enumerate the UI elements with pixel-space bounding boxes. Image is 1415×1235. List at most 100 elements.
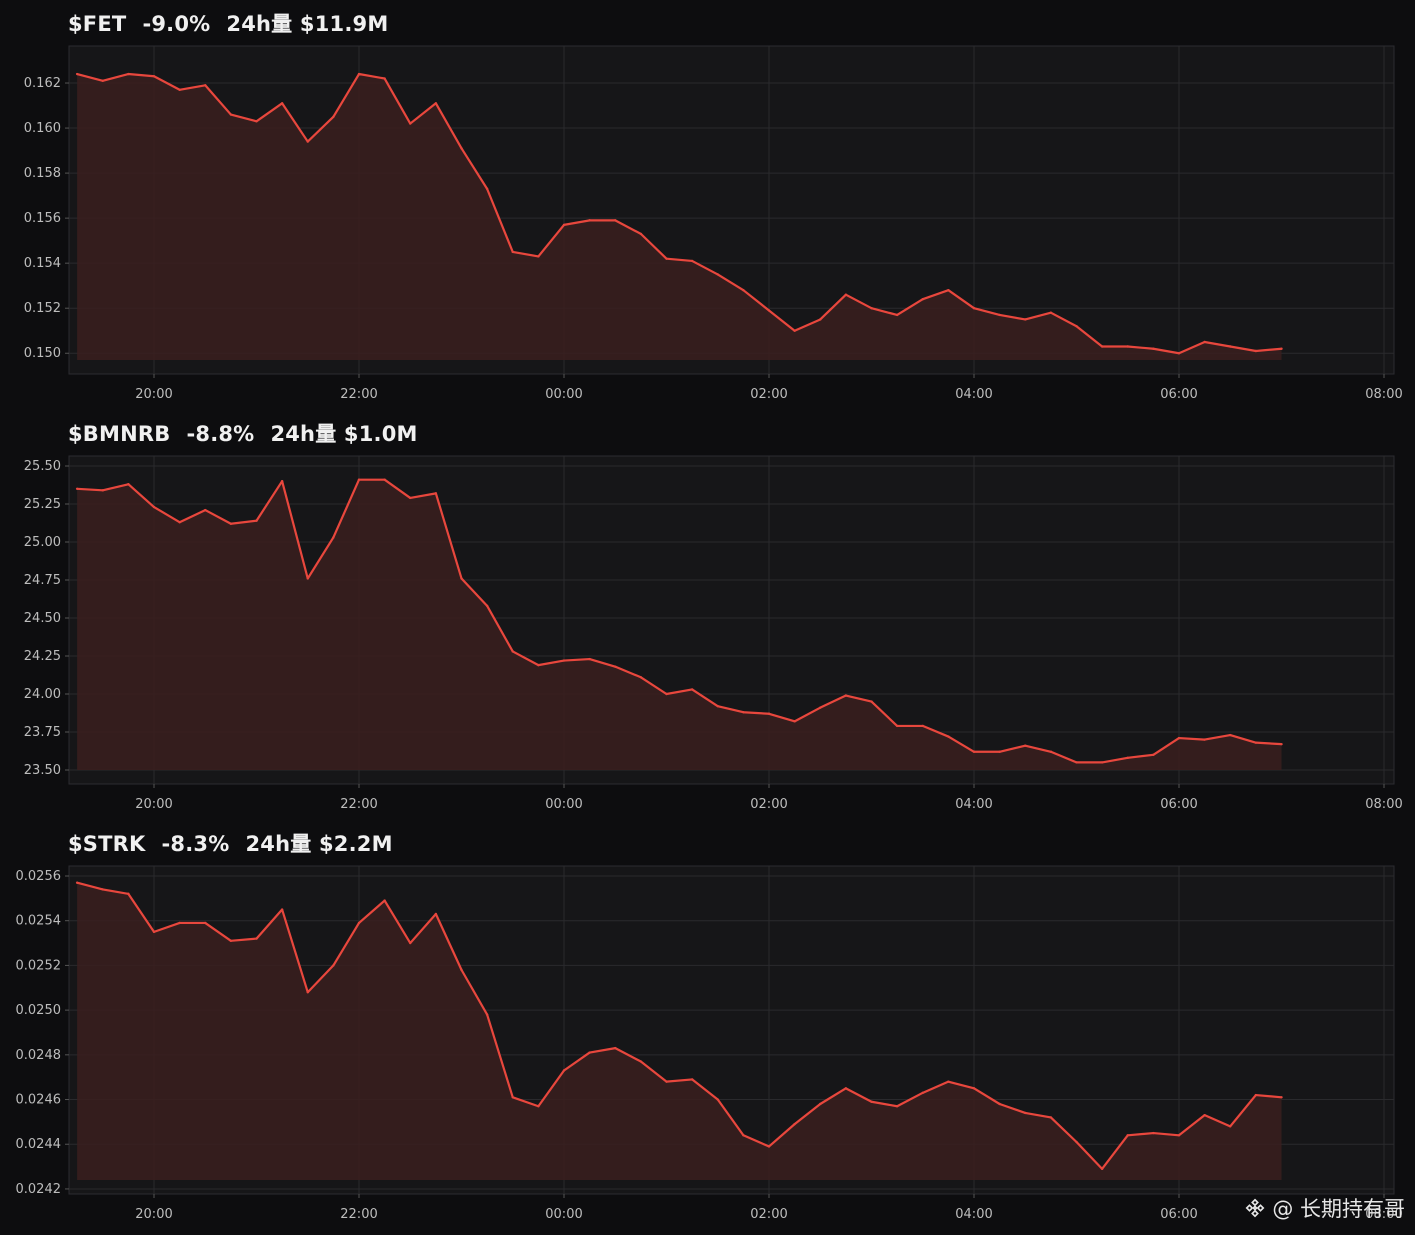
- data-point: [1229, 1125, 1232, 1128]
- data-point: [1126, 756, 1129, 760]
- data-point: [844, 293, 848, 296]
- data-point: [562, 1069, 566, 1072]
- data-point: [383, 77, 386, 80]
- data-point: [1229, 733, 1232, 737]
- data-point: [511, 650, 514, 653]
- data-point: [793, 329, 796, 332]
- data-point: [152, 505, 156, 509]
- data-point: [921, 298, 924, 301]
- data-point: [639, 232, 643, 236]
- y-tick-label: 0.0250: [16, 1003, 62, 1018]
- data-point: [665, 257, 668, 260]
- data-point: [614, 219, 617, 222]
- data-point: [870, 1100, 873, 1103]
- data-point: [1049, 750, 1053, 753]
- data-point: [588, 657, 591, 661]
- data-point: [127, 72, 130, 76]
- data-point: [409, 941, 412, 945]
- data-point: [460, 147, 463, 150]
- data-point: [716, 1098, 719, 1101]
- x-tick-label: 06:00: [1160, 797, 1197, 812]
- data-point: [1203, 340, 1206, 344]
- y-tick-label: 0.150: [24, 346, 61, 361]
- data-point: [665, 692, 668, 696]
- data-point: [742, 288, 745, 292]
- x-tick-label: 06:00: [1160, 387, 1197, 402]
- data-point: [844, 1087, 848, 1090]
- y-tick-label: 0.160: [24, 121, 61, 136]
- x-tick-label: 20:00: [135, 1207, 172, 1222]
- x-tick-label: 20:00: [135, 387, 172, 402]
- data-point: [870, 307, 873, 310]
- data-point: [1280, 347, 1283, 350]
- data-point: [690, 1078, 694, 1081]
- y-tick-label: 0.0254: [16, 914, 62, 929]
- chart-svg: 0.0242 0.0244 0.0246 0.0248 0.0250 0.0252 0.02…: [16, 865, 1403, 1222]
- chart-panel-bmnrb: $BMNRB -8.8% 24h量 $1.0M 23.50 23.75 24.00 24.…: [0, 410, 1415, 820]
- data-point: [280, 480, 284, 483]
- data-point: [1075, 761, 1078, 764]
- data-point: [75, 881, 79, 884]
- x-tick-label: 22:00: [340, 387, 377, 402]
- data-point: [434, 912, 438, 916]
- data-point: [716, 704, 719, 708]
- data-point: [947, 288, 950, 292]
- data-point: [614, 665, 617, 668]
- data-point: [75, 487, 79, 490]
- data-point: [819, 318, 822, 321]
- data-point: [434, 492, 438, 495]
- data-point: [1024, 744, 1027, 747]
- x-tick-label: 22:00: [340, 797, 377, 812]
- x-tick-label: 02:00: [750, 387, 787, 402]
- data-point: [204, 508, 207, 512]
- binance-logo-icon: [1245, 1198, 1265, 1218]
- data-point: [1024, 318, 1027, 321]
- x-tick-label: 00:00: [545, 387, 582, 402]
- data-point: [998, 313, 1001, 317]
- data-point: [1177, 736, 1181, 740]
- data-point: [998, 750, 1001, 753]
- y-tick-label: 24.50: [24, 611, 61, 626]
- x-tick-label: 04:00: [955, 797, 992, 812]
- data-point: [537, 663, 540, 667]
- data-point: [511, 250, 514, 254]
- data-point: [1280, 1096, 1283, 1099]
- data-point: [1152, 1131, 1155, 1135]
- data-point: [511, 1096, 514, 1099]
- y-tick-label: 0.154: [24, 256, 61, 271]
- data-point: [921, 1091, 924, 1095]
- chart-svg: 23.50 23.75 24.00 24.25 24.50 24.75 25.00 25.25…: [24, 455, 1403, 812]
- data-point: [588, 1051, 591, 1054]
- data-point: [1152, 347, 1155, 350]
- data-point: [895, 1105, 899, 1108]
- data-point: [639, 676, 643, 679]
- data-point: [229, 522, 233, 525]
- y-tick-label: 0.158: [24, 166, 61, 181]
- data-point: [614, 1046, 617, 1050]
- data-point: [357, 921, 361, 925]
- data-point: [1075, 1140, 1078, 1144]
- data-point: [1152, 753, 1155, 756]
- data-point: [972, 1087, 976, 1090]
- data-point: [639, 1060, 643, 1063]
- y-tick-label: 0.156: [24, 211, 61, 226]
- data-point: [1075, 325, 1078, 328]
- y-tick-label: 0.162: [24, 76, 61, 91]
- data-point: [562, 659, 566, 662]
- data-point: [229, 939, 233, 943]
- y-tick-label: 23.50: [24, 763, 61, 778]
- data-point: [972, 750, 976, 753]
- data-point: [1177, 352, 1181, 355]
- y-tick-label: 24.00: [24, 687, 61, 702]
- data-point: [127, 483, 130, 486]
- data-point: [690, 688, 694, 691]
- data-point: [895, 724, 899, 728]
- data-point: [280, 908, 284, 911]
- data-point: [844, 694, 848, 697]
- data-point: [1126, 345, 1129, 348]
- data-point: [1100, 345, 1104, 348]
- data-point: [998, 1102, 1001, 1106]
- chart-svg: 0.150 0.152 0.154 0.156 0.158 0.160 0.162 20:00…: [24, 45, 1403, 402]
- data-point: [332, 536, 335, 539]
- data-point: [101, 888, 104, 891]
